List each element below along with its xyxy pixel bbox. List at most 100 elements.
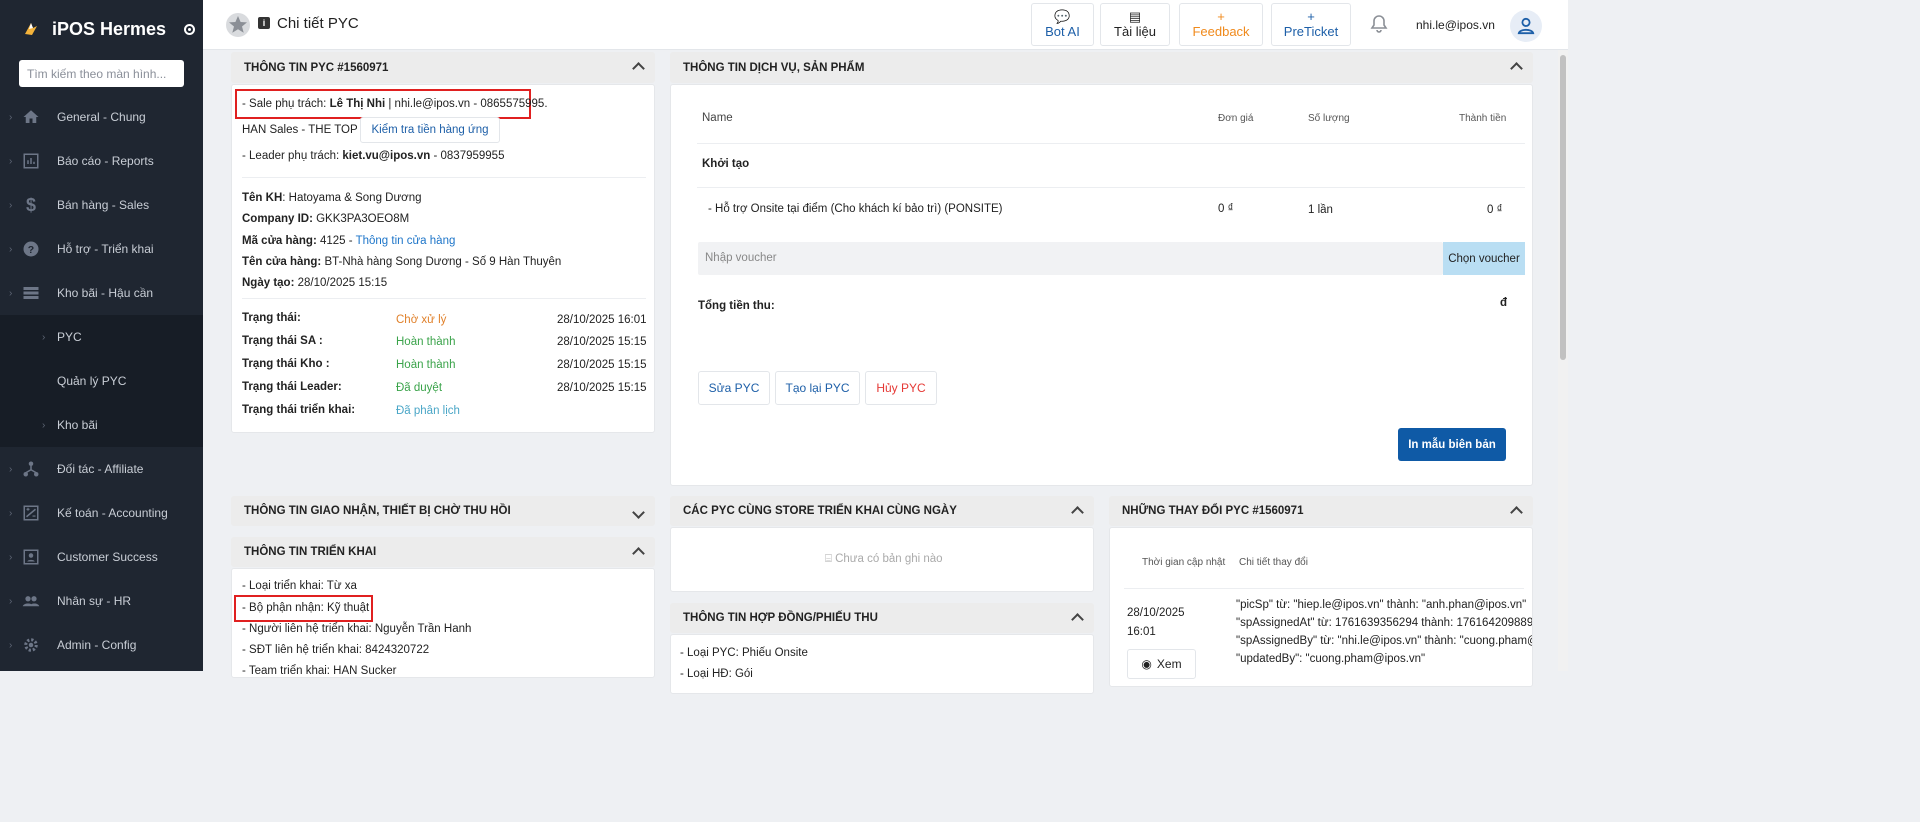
service-total: 0 ₫: [1487, 204, 1503, 216]
view-change-button[interactable]: ◉ Xem: [1127, 649, 1196, 679]
contract-header[interactable]: THÔNG TIN HỢP ĐỒNG/PHIẾU THU: [670, 603, 1094, 633]
edit-pyc-button[interactable]: Sửa PYC: [698, 371, 770, 405]
same-store-header[interactable]: CÁC PYC CÙNG STORE TRIỂN KHAI CÙNG NGÀY: [670, 496, 1094, 526]
page-scrollbar[interactable]: [1558, 50, 1568, 671]
chevron-up-icon[interactable]: [1073, 611, 1082, 627]
contact-icon: [22, 548, 40, 566]
chevron-up-icon[interactable]: [1512, 504, 1521, 520]
created-label: Ngày tạo:: [242, 277, 295, 289]
chart-icon: [22, 152, 40, 170]
book-icon: ▤: [1128, 9, 1142, 24]
sidebar-subitem-pyc[interactable]: › PYC: [0, 315, 203, 359]
sidebar: iPOS Hermes Tìm kiếm theo màn hình... › …: [0, 0, 203, 671]
sidebar-submenu: › PYC Quản lý PYC › Kho bãi: [0, 315, 203, 447]
chevron-right-icon: ›: [9, 507, 13, 519]
favorite-star-icon[interactable]: [225, 12, 251, 38]
page-title: Chi tiết PYC: [277, 15, 359, 32]
service-info-header[interactable]: THÔNG TIN DỊCH VỤ, SẢN PHẨM: [670, 52, 1533, 83]
same-store-title: CÁC PYC CÙNG STORE TRIỂN KHAI CÙNG NGÀY: [683, 505, 957, 517]
scrollbar-thumb[interactable]: [1560, 55, 1566, 360]
view-label: Xem: [1156, 657, 1182, 671]
empty-state-text: Chưa có bản ghi nào: [835, 553, 943, 565]
changes-header[interactable]: NHỮNG THAY ĐỔI PYC #1560971: [1109, 496, 1533, 526]
radio-target-icon[interactable]: [184, 23, 196, 35]
sidebar-item-reports[interactable]: › Báo cáo - Reports: [0, 139, 203, 183]
sidebar-item-sales[interactable]: › $ Bán hàng - Sales: [0, 183, 203, 227]
chevron-right-icon: ›: [9, 155, 13, 167]
status-value: Đã phân lịch: [396, 405, 460, 417]
chevron-up-icon[interactable]: [1512, 60, 1521, 76]
customer-label: Tên KH: [242, 192, 283, 204]
deploy-info-header[interactable]: THÔNG TIN TRIỂN KHAI: [231, 537, 655, 567]
check-advance-button[interactable]: Kiểm tra tiền hàng ứng: [360, 117, 500, 143]
pyc-info-header[interactable]: THÔNG TIN PYC #1560971: [231, 52, 655, 83]
sidebar-subitem-label: Kho bãi: [57, 418, 98, 432]
store-info-link[interactable]: Thông tin cửa hàng: [356, 235, 456, 247]
col-price: Đơn giá: [1218, 113, 1254, 124]
voucher-input[interactable]: Nhập voucher: [698, 242, 1443, 275]
print-report-button[interactable]: In mẫu biên bản: [1398, 428, 1506, 461]
feedback-label: Feedback: [1192, 24, 1250, 39]
bot-ai-label: Bot AI: [1045, 24, 1080, 39]
bell-icon[interactable]: [1369, 14, 1389, 34]
sidebar-search-input[interactable]: Tìm kiếm theo màn hình...: [19, 60, 184, 87]
pyc-info-title: THÔNG TIN PYC #1560971: [244, 61, 389, 74]
docs-label: Tài liệu: [1114, 24, 1156, 39]
sidebar-item-customer-success[interactable]: › Customer Success: [0, 535, 203, 579]
sidebar-item-label: Customer Success: [57, 550, 158, 564]
total-value: đ: [1500, 297, 1508, 309]
brand-logo-icon: [22, 20, 40, 38]
chevron-up-icon[interactable]: [634, 545, 643, 561]
cancel-pyc-button[interactable]: Hủy PYC: [865, 371, 937, 405]
status-time: 28/10/2025 15:15: [557, 336, 647, 348]
created-line: Ngày tạo: 28/10/2025 15:15: [242, 277, 387, 289]
col-change-detail: Chi tiết thay đổi: [1239, 557, 1308, 568]
preticket-button[interactable]: + PreTicket: [1271, 3, 1351, 46]
status-time: 28/10/2025 15:15: [557, 359, 647, 371]
sidebar-subitem-warehouse[interactable]: › Kho bãi: [0, 403, 203, 447]
info-icon: i: [258, 17, 270, 29]
leader-phone: - 0837959955: [430, 150, 505, 162]
sidebar-item-support[interactable]: › ? Hỗ trợ - Triển khai: [0, 227, 203, 271]
chevron-right-icon: ›: [42, 419, 46, 431]
sidebar-item-accounting[interactable]: › Kế toán - Accounting: [0, 491, 203, 535]
inbox-icon: ⌸: [825, 553, 836, 565]
service-price: 0 ₫: [1218, 203, 1234, 215]
chevron-down-icon[interactable]: [634, 505, 643, 520]
feedback-button[interactable]: + Feedback: [1179, 3, 1263, 46]
sidebar-item-label: Hỗ trợ - Triển khai: [57, 242, 154, 256]
company-value: GKK3PA3OEO8M: [312, 213, 410, 225]
voucher-placeholder: Nhập voucher: [705, 252, 777, 264]
customer-value: : Hatoyama & Song Dương: [282, 192, 422, 204]
service-info-panel: Name Đơn giá Số lượng Thành tiền Khởi tạ…: [670, 84, 1533, 486]
sidebar-subitem-manage-pyc[interactable]: Quản lý PYC: [0, 359, 203, 403]
delivery-info-header[interactable]: THÔNG TIN GIAO NHẬN, THIẾT BỊ CHỜ THU HỒ…: [231, 496, 655, 526]
sidebar-item-warehouse[interactable]: › Kho bãi - Hậu cần: [0, 271, 203, 315]
avatar[interactable]: [1510, 10, 1542, 42]
sidebar-item-hr[interactable]: › Nhân sự - HR: [0, 579, 203, 623]
sidebar-item-admin[interactable]: › Admin - Config: [0, 623, 203, 667]
contract-panel: - Loại PYC: Phiếu Onsite - Loại HĐ: Gói: [670, 634, 1094, 694]
chevron-up-icon[interactable]: [1073, 504, 1082, 520]
pyc-info-panel: - Sale phụ trách: Lê Thị Nhi | nhi.le@ip…: [231, 84, 655, 433]
bot-ai-button[interactable]: 💬 Bot AI: [1031, 3, 1094, 46]
user-email[interactable]: nhi.le@ipos.vn: [1416, 18, 1495, 32]
accounting-icon: [22, 504, 40, 522]
sidebar-item-general[interactable]: › General - Chung: [0, 95, 203, 139]
chat-bubble-icon: 💬: [1054, 9, 1071, 24]
divider: [242, 298, 646, 299]
sale-team: HAN Sales - THE TOP: [242, 124, 358, 136]
sidebar-menu: › General - Chung › Báo cáo - Reports › …: [0, 95, 203, 667]
chevron-up-icon[interactable]: [634, 60, 643, 76]
docs-button[interactable]: ▤ Tài liệu: [1100, 3, 1170, 46]
status-value: Hoàn thành: [396, 336, 456, 348]
deploy-line: - Bộ phận nhận: Kỹ thuật: [242, 602, 370, 614]
divider: [697, 143, 1525, 144]
choose-voucher-button[interactable]: Chọn voucher: [1443, 242, 1525, 275]
sale-line: - Sale phụ trách: Lê Thị Nhi | nhi.le@ip…: [242, 98, 548, 110]
chevron-down-icon: ›: [9, 287, 13, 299]
brand[interactable]: iPOS Hermes: [0, 0, 203, 58]
sidebar-item-affiliate[interactable]: › Đối tác - Affiliate: [0, 447, 203, 491]
eye-icon: ◉: [1141, 657, 1152, 671]
recreate-pyc-button[interactable]: Tạo lại PYC: [775, 371, 860, 405]
